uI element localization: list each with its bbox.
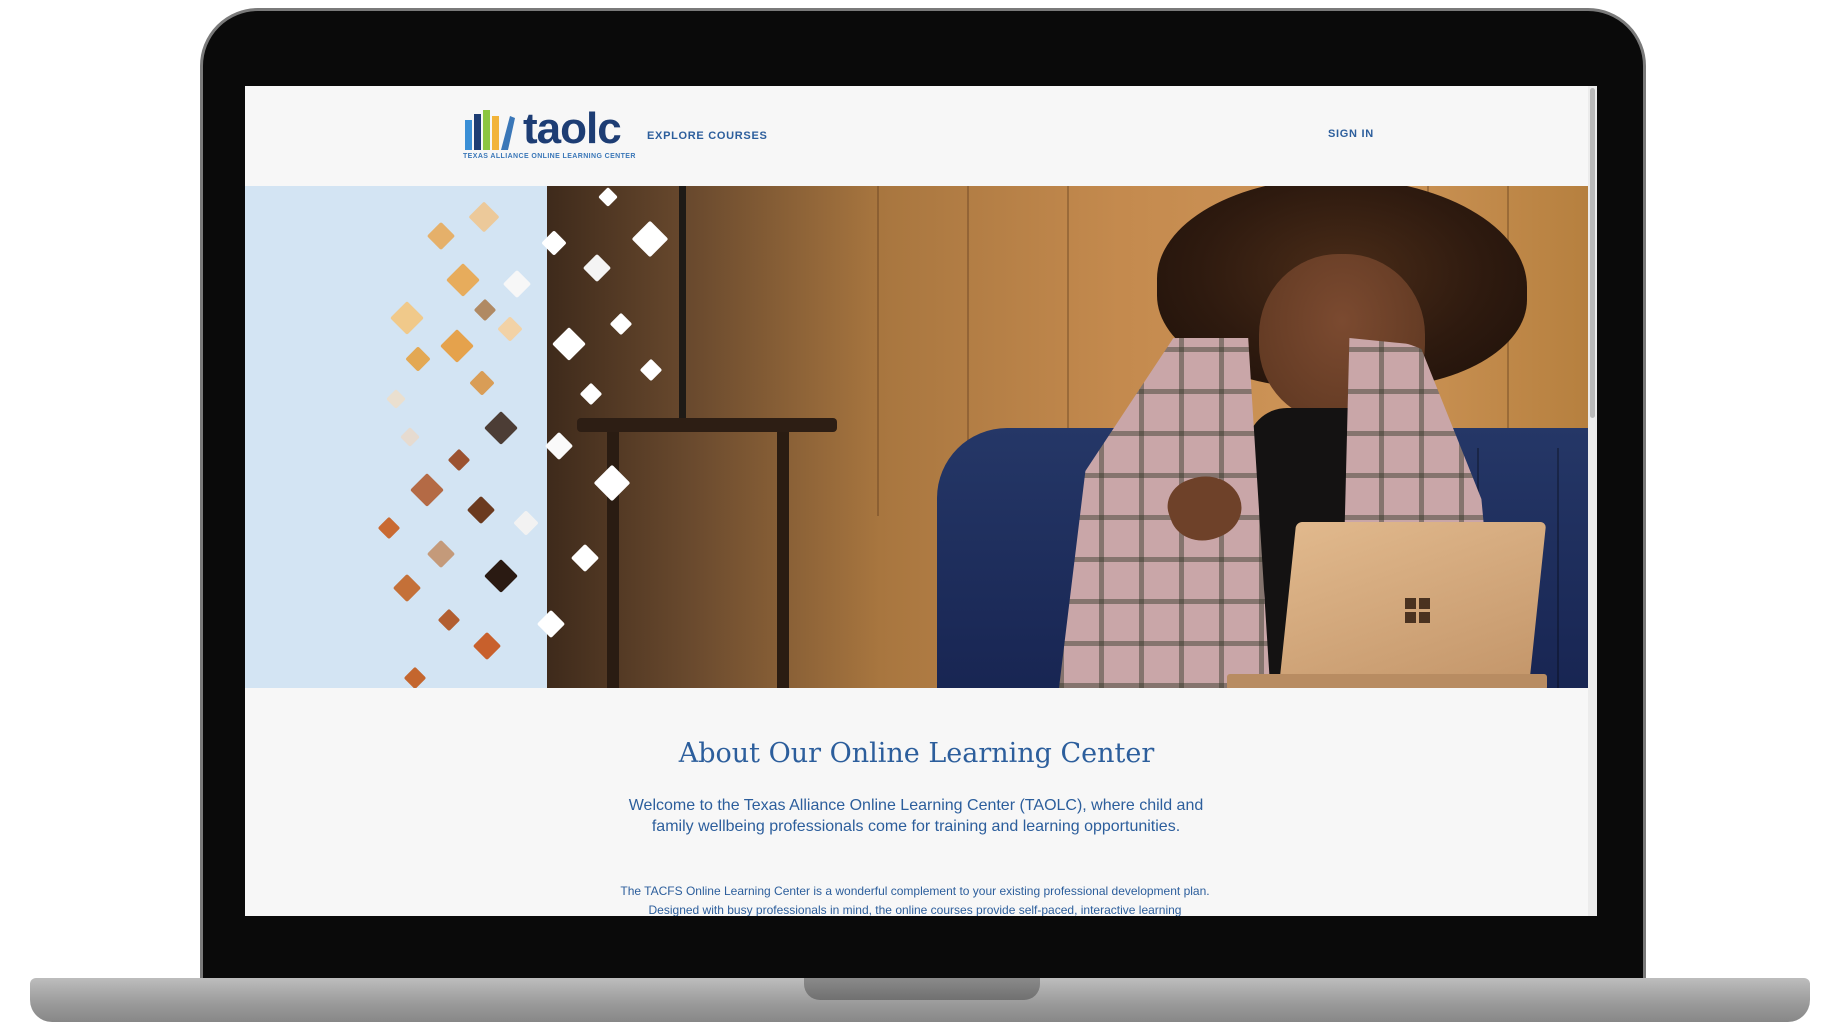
logo-bars-icon [465, 110, 515, 150]
laptop-screen: taolc TEXAS ALLIANCE ONLINE LEARNING CEN… [245, 86, 1597, 916]
page-scrollbar[interactable] [1588, 86, 1597, 916]
about-lead-paragraph: Welcome to the Texas Alliance Online Lea… [628, 797, 1204, 835]
about-heading: About Our Online Learning Center [678, 738, 1155, 769]
laptop-notch [804, 978, 1040, 1000]
windows-logo-icon [1405, 598, 1431, 624]
hero-photo [547, 186, 1588, 688]
taolc-logo[interactable]: taolc TEXAS ALLIANCE ONLINE LEARNING CEN… [463, 104, 638, 166]
about-section: About Our Online Learning Center Welcome… [245, 688, 1588, 916]
sign-in-link[interactable]: SIGN IN [1328, 128, 1374, 140]
explore-courses-link[interactable]: EXPLORE COURSES [647, 130, 768, 142]
about-body-paragraph: The TACFS Online Learning Center is a wo… [620, 884, 1210, 916]
logo-wordmark: taolc [523, 104, 622, 153]
scrollbar-thumb[interactable] [1590, 88, 1595, 418]
site-header: taolc TEXAS ALLIANCE ONLINE LEARNING CEN… [245, 86, 1588, 186]
logo-subtitle: TEXAS ALLIANCE ONLINE LEARNING CENTER [463, 153, 636, 160]
hero-banner [245, 186, 1588, 688]
